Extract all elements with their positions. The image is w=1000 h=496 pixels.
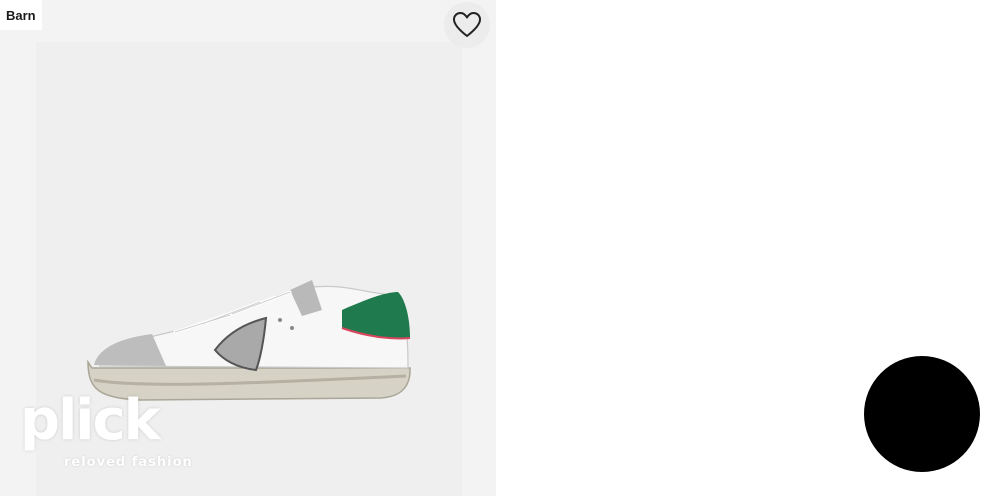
page: Barn plick reloved fashion (0, 0, 1000, 496)
brand-wordmark: plick (20, 388, 161, 453)
category-badge: Barn (0, 0, 42, 30)
favorite-button[interactable] (444, 2, 490, 48)
brand-tagline: reloved fashion (64, 455, 193, 470)
heart-outline-icon (453, 12, 481, 37)
product-card[interactable]: Barn plick reloved fashion (0, 0, 496, 496)
category-badge-label: Barn (6, 7, 36, 23)
brand-watermark: plick reloved fashion (20, 392, 192, 482)
floating-action-button[interactable] (864, 356, 980, 472)
